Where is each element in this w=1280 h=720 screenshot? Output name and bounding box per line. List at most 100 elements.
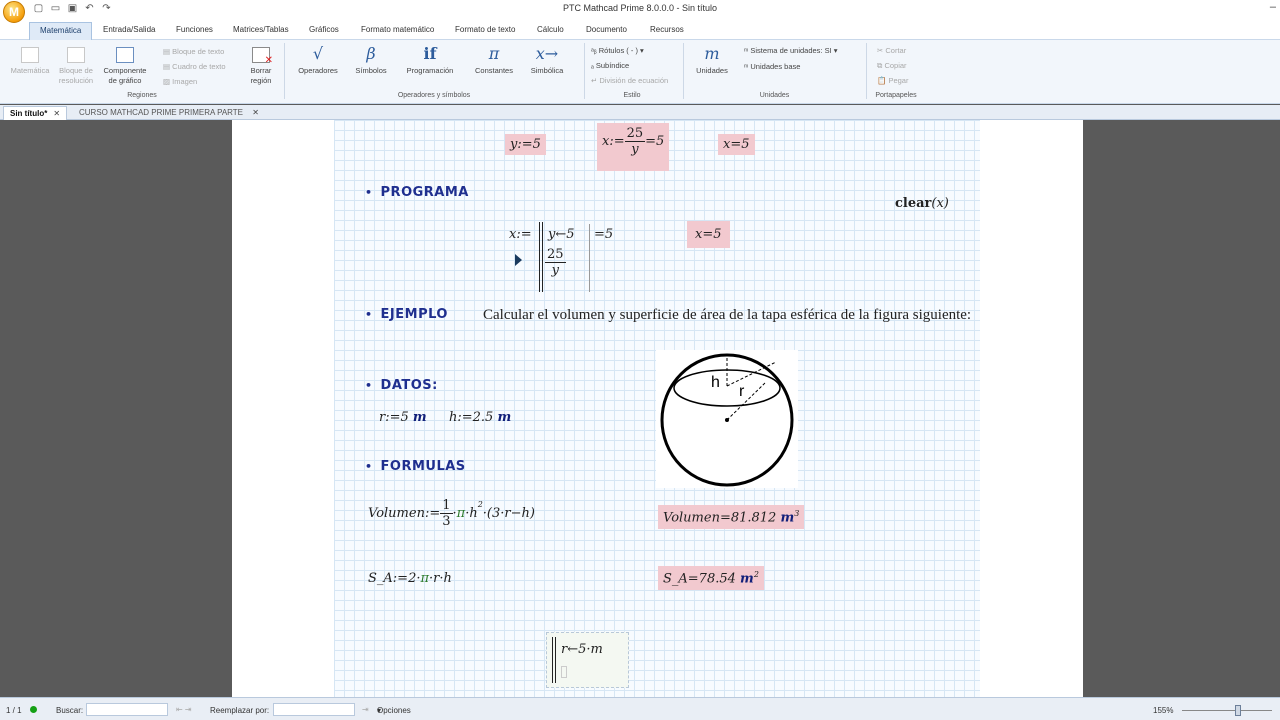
- chart-component-icon: [116, 47, 134, 63]
- program-line-2[interactable]: 25 y: [545, 247, 566, 278]
- program-bar: [539, 222, 543, 292]
- close-icon[interactable]: ✕: [252, 106, 259, 119]
- simbolica-button[interactable]: x→ Simbólica: [527, 45, 567, 76]
- mouse-cursor-icon: [515, 254, 522, 266]
- title-bar: M ▢ ▭ ▣ ↶ ↷ PTC Mathcad Prime 8.0.0.0 - …: [0, 0, 1280, 23]
- r-definition-region[interactable]: r:=5 m: [379, 410, 427, 425]
- program-line-1[interactable]: y←5: [548, 227, 575, 242]
- buscar-label: Buscar:: [56, 706, 84, 715]
- h-definition-region[interactable]: h:=2.5 m: [449, 410, 511, 425]
- zoom-slider-track[interactable]: [1182, 710, 1272, 711]
- fraction: 25 y: [545, 247, 566, 278]
- spherical-cap-figure[interactable]: h r: [656, 350, 798, 488]
- tab-calculo[interactable]: Cálculo: [527, 22, 574, 40]
- division-ecuacion-button[interactable]: ↵ División de ecuación: [591, 76, 668, 85]
- ribbon-separator: [683, 43, 684, 99]
- unidades-base-button[interactable]: ᵐ Unidades base: [744, 62, 800, 71]
- ribbon-separator: [584, 43, 585, 99]
- volumen-result-region[interactable]: Volumen=81.812 m3: [658, 505, 805, 530]
- replace-input[interactable]: [273, 703, 355, 716]
- heading-ejemplo[interactable]: EJEMPLO: [365, 307, 448, 322]
- unidades-button[interactable]: m Unidades: [690, 45, 734, 76]
- math-region-icon: [21, 47, 39, 63]
- tab-graficos[interactable]: Gráficos: [299, 22, 349, 40]
- doc-tab-sin-titulo[interactable]: Sin título* ✕: [3, 106, 68, 120]
- doc-tab-curso[interactable]: CURSO MATHCAD PRIME PRIMERA PARTE ✕: [73, 106, 263, 120]
- search-input[interactable]: [86, 703, 168, 716]
- program-placeholder[interactable]: [561, 666, 567, 678]
- x-result-region[interactable]: x=5: [718, 134, 755, 155]
- imagen-button[interactable]: ▨ Imagen: [163, 77, 197, 86]
- ribbon-separator: [284, 43, 285, 99]
- ribbon-separator: [866, 43, 867, 99]
- regiones-group-label: Regiones: [127, 92, 157, 99]
- sa-definition-region[interactable]: S_A:=2·π·r·h: [368, 571, 452, 586]
- pi-icon: π: [488, 44, 500, 63]
- worksheet-page[interactable]: y:=5 x:=25y=5 x=5 PROGRAMA clear(x) x:= …: [232, 120, 1083, 697]
- simbolos-button[interactable]: β Símbolos: [350, 45, 392, 76]
- program-result-region[interactable]: x=5: [687, 221, 730, 248]
- reemplazar-label: Reemplazar por:: [210, 706, 270, 715]
- operadores-button[interactable]: √ Operadores: [292, 45, 344, 76]
- solve-block-icon: [67, 47, 85, 63]
- borrar-region-button[interactable]: Borrar región: [244, 47, 278, 86]
- heading-datos[interactable]: DATOS:: [365, 378, 438, 393]
- units-icon: m: [704, 44, 720, 63]
- constantes-button[interactable]: π Constantes: [469, 45, 519, 76]
- close-icon[interactable]: ✕: [53, 109, 60, 118]
- bottom-program-line-1[interactable]: r←5·m: [561, 642, 603, 657]
- operadores-group-label: Operadores y símbolos: [397, 92, 471, 99]
- window-title: PTC Mathcad Prime 8.0.0.0 - Sin título: [562, 3, 718, 13]
- tab-matrices-tablas[interactable]: Matrices/Tablas: [223, 22, 299, 40]
- heading-programa[interactable]: PROGRAMA: [365, 185, 469, 200]
- sa-result-region[interactable]: S_A=78.54 m2: [658, 566, 764, 591]
- program-lhs[interactable]: x:=: [509, 227, 532, 242]
- volumen-definition-region[interactable]: Volumen:= 1 3 ·π·h2·(3·r−h): [368, 498, 535, 529]
- tab-entrada-salida[interactable]: Entrada/Salida: [93, 22, 165, 40]
- rotulos-dropdown[interactable]: ᵃᵦ Rótulos ( - ) ▾: [591, 46, 644, 55]
- opciones-dropdown[interactable]: Opciones ▾: [377, 706, 411, 715]
- replace-icon[interactable]: ⇥: [362, 705, 369, 714]
- beta-icon: β: [366, 44, 376, 63]
- tab-documento[interactable]: Documento: [576, 22, 637, 40]
- symbolic-arrow-icon: x→: [535, 44, 559, 63]
- ribbon-tabs: Matemática Entrada/Salida Funciones Matr…: [0, 19, 1280, 40]
- tab-recursos[interactable]: Recursos: [640, 22, 694, 40]
- program-edit-region[interactable]: r←5·m: [546, 632, 629, 688]
- clear-region[interactable]: clear(x): [895, 196, 949, 211]
- mathcad-logo[interactable]: M: [3, 1, 25, 23]
- subindice-button[interactable]: ₐ Subíndice: [591, 61, 629, 70]
- delete-region-icon: [252, 47, 273, 66]
- estilo-group-label: Estilo: [623, 92, 641, 99]
- minimize-icon[interactable]: –: [1270, 1, 1276, 13]
- page-indicator: 1 / 1: [6, 706, 22, 715]
- tab-matematica[interactable]: Matemática: [29, 22, 93, 40]
- sistema-unidades-dropdown[interactable]: ᵐ Sistema de unidades: SI ▾: [744, 46, 838, 55]
- bloque-texto-button[interactable]: ▤ Bloque de texto: [163, 47, 224, 56]
- heading-formulas[interactable]: FORMULAS: [365, 459, 466, 474]
- tab-formato-texto[interactable]: Formato de texto: [445, 22, 525, 40]
- cortar-button[interactable]: ✂ Cortar: [877, 46, 906, 55]
- fraction: 13: [440, 498, 453, 529]
- cuadro-texto-button[interactable]: ▤ Cuadro de texto: [163, 62, 226, 71]
- matematica-region-button[interactable]: Matemática: [8, 47, 52, 76]
- label-h: h: [711, 374, 720, 391]
- x-definition-region[interactable]: x:= 25 y =5: [597, 123, 670, 171]
- window-controls: –: [1270, 1, 1276, 13]
- pegar-button[interactable]: 📋 Pegar: [877, 76, 908, 85]
- tab-formato-matematico[interactable]: Formato matemático: [351, 22, 444, 40]
- y-definition-region[interactable]: y:=5: [505, 134, 546, 155]
- ribbon-panel: Matemática Bloque de resolución Componen…: [0, 40, 1280, 104]
- zoom-slider-thumb[interactable]: [1235, 705, 1241, 716]
- sqrt-icon: √: [312, 44, 324, 63]
- tab-funciones[interactable]: Funciones: [166, 22, 223, 40]
- calc-status-icon: [30, 706, 37, 713]
- find-arrows-icon[interactable]: ⇤ ⇥: [176, 705, 192, 714]
- programacion-button[interactable]: if Programación: [402, 45, 458, 76]
- fraction: 25 y: [624, 126, 646, 157]
- program-end-bar: [589, 224, 590, 292]
- ejemplo-text-region[interactable]: Calcular el volumen y superficie de área…: [483, 305, 983, 325]
- bloque-resolucion-button[interactable]: Bloque de resolución: [55, 47, 97, 86]
- componente-grafico-button[interactable]: Componente de gráfico: [100, 47, 150, 86]
- copiar-button[interactable]: ⧉ Copiar: [877, 61, 907, 71]
